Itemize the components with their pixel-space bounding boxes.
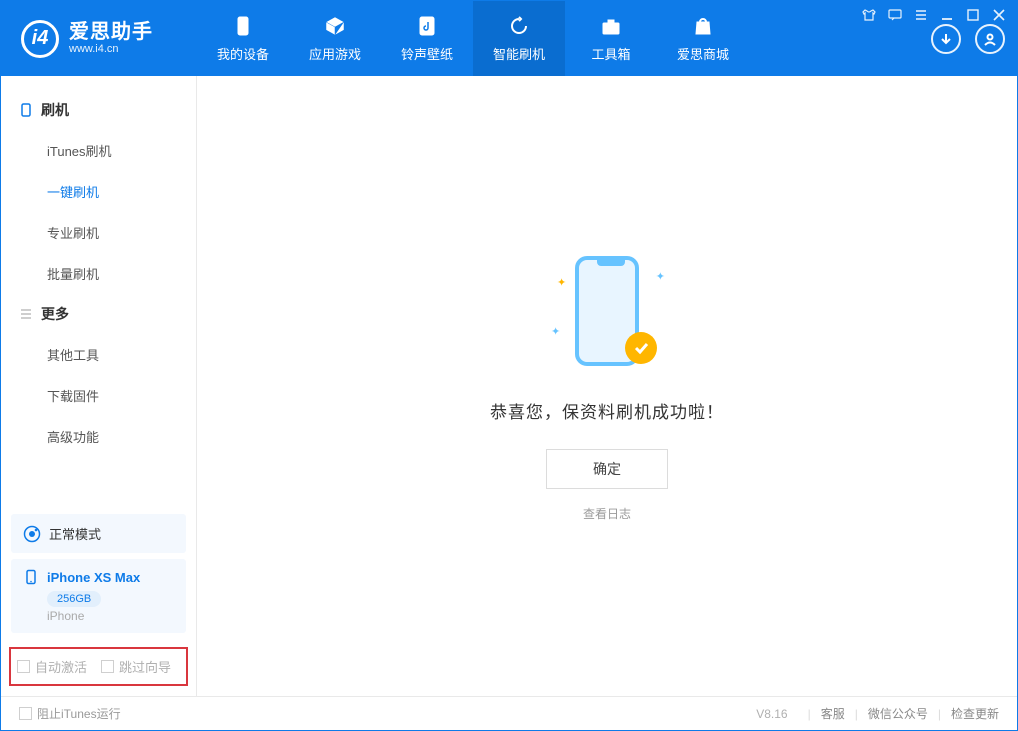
device-name: iPhone XS Max (47, 570, 140, 585)
check-update-link[interactable]: 检查更新 (951, 705, 999, 722)
toolbox-icon (599, 14, 623, 38)
tab-label: 智能刷机 (493, 44, 545, 63)
device-storage-badge: 256GB (47, 591, 101, 607)
success-illustration: ✦ ✦ ✦ (547, 250, 667, 380)
checkbox-icon (17, 660, 30, 673)
checkbox-skip-guide[interactable]: 跳过向导 (101, 657, 171, 676)
device-card[interactable]: iPhone XS Max 256GB iPhone (11, 559, 186, 633)
phone-icon (231, 14, 255, 38)
menu-icon[interactable] (913, 7, 929, 23)
status-icon (23, 525, 41, 543)
tab-apps[interactable]: 应用游戏 (289, 1, 381, 76)
download-button[interactable] (931, 24, 961, 54)
tab-store[interactable]: 爱思商城 (657, 1, 749, 76)
tab-label: 应用游戏 (309, 44, 361, 63)
checkbox-block-itunes[interactable]: 阻止iTunes运行 (19, 705, 121, 722)
body: 刷机 iTunes刷机 一键刷机 专业刷机 批量刷机 更多 其他工具 下载固件 … (1, 76, 1017, 696)
device-icon (19, 103, 33, 117)
window-controls (861, 7, 1007, 23)
status-label: 正常模式 (49, 524, 101, 543)
tab-label: 我的设备 (217, 44, 269, 63)
check-badge-icon (625, 332, 657, 364)
maximize-icon[interactable] (965, 7, 981, 23)
refresh-icon (507, 14, 531, 38)
footer: 阻止iTunes运行 V8.16 | 客服 | 微信公众号 | 检查更新 (1, 696, 1017, 730)
tab-my-device[interactable]: 我的设备 (197, 1, 289, 76)
sidebar-item-download-firmware[interactable]: 下载固件 (1, 375, 196, 416)
ok-button[interactable]: 确定 (546, 449, 668, 489)
phone-small-icon (23, 569, 39, 585)
main-content: ✦ ✦ ✦ 恭喜您，保资料刷机成功啦！ 确定 查看日志 (197, 76, 1017, 696)
highlighted-options-box: 自动激活 跳过向导 (9, 647, 188, 686)
sparkle-icon: ✦ (551, 325, 560, 338)
music-icon (415, 14, 439, 38)
wechat-link[interactable]: 微信公众号 (868, 705, 928, 722)
sidebar-item-pro-flash[interactable]: 专业刷机 (1, 212, 196, 253)
sidebar-group-more: 更多 (1, 294, 196, 334)
sidebar-item-advanced[interactable]: 高级功能 (1, 416, 196, 457)
tab-label: 工具箱 (591, 44, 630, 63)
sparkle-icon: ✦ (656, 270, 665, 283)
device-mode-status[interactable]: 正常模式 (11, 514, 186, 553)
checkbox-auto-activate[interactable]: 自动激活 (17, 657, 87, 676)
success-message: 恭喜您，保资料刷机成功啦！ (490, 398, 724, 423)
sidebar: 刷机 iTunes刷机 一键刷机 专业刷机 批量刷机 更多 其他工具 下载固件 … (1, 76, 197, 696)
support-link[interactable]: 客服 (821, 705, 845, 722)
app-window: i4 爱思助手 www.i4.cn 我的设备 应用游戏 铃声壁纸 智能刷机 (0, 0, 1018, 731)
tshirt-icon[interactable] (861, 7, 877, 23)
bag-icon (691, 14, 715, 38)
logo-icon: i4 (21, 20, 59, 58)
sidebar-item-batch-flash[interactable]: 批量刷机 (1, 253, 196, 294)
account-button[interactable] (975, 24, 1005, 54)
tab-flash[interactable]: 智能刷机 (473, 1, 565, 76)
checkbox-icon (19, 707, 32, 720)
sidebar-item-oneclick-flash[interactable]: 一键刷机 (1, 171, 196, 212)
close-icon[interactable] (991, 7, 1007, 23)
logo: i4 爱思助手 www.i4.cn (21, 1, 197, 76)
app-subtitle: www.i4.cn (69, 43, 153, 55)
list-icon (19, 307, 33, 321)
view-log-link[interactable]: 查看日志 (583, 505, 631, 522)
cube-icon (323, 14, 347, 38)
sidebar-group-flash: 刷机 (1, 90, 196, 130)
tab-ringtone[interactable]: 铃声壁纸 (381, 1, 473, 76)
tab-label: 爱思商城 (677, 44, 729, 63)
checkbox-icon (101, 660, 114, 673)
minimize-icon[interactable] (939, 7, 955, 23)
sidebar-item-itunes-flash[interactable]: iTunes刷机 (1, 130, 196, 171)
tab-toolbox[interactable]: 工具箱 (565, 1, 657, 76)
nav-tabs: 我的设备 应用游戏 铃声壁纸 智能刷机 工具箱 爱思商城 (197, 1, 749, 76)
sidebar-item-other-tools[interactable]: 其他工具 (1, 334, 196, 375)
feedback-icon[interactable] (887, 7, 903, 23)
tab-label: 铃声壁纸 (401, 44, 453, 63)
device-type: iPhone (47, 609, 174, 623)
app-title: 爱思助手 (69, 21, 153, 43)
version-label: V8.16 (756, 707, 787, 721)
sparkle-icon: ✦ (557, 276, 566, 289)
